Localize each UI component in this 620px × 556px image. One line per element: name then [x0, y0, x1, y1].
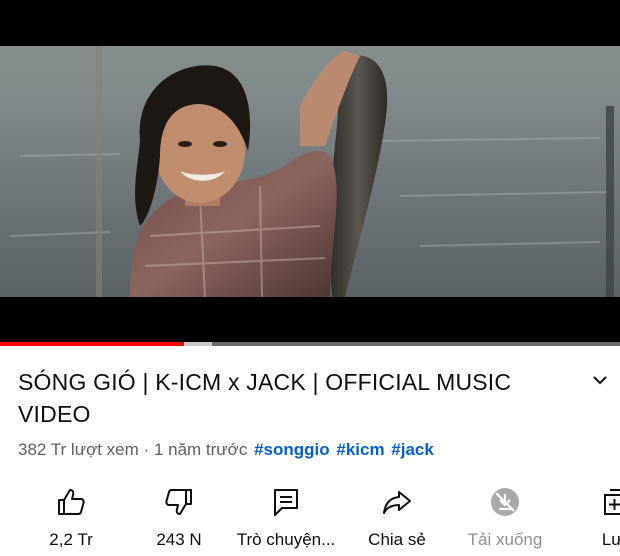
video-title: SÓNG GIÓ | K-ICM x JACK | OFFICIAL MUSIC… [18, 369, 512, 427]
chevron-down-icon [593, 376, 607, 385]
video-metadata: 382 Tr lượt xem · 1 năm trước #songgio #… [18, 439, 434, 461]
played-bar [0, 342, 184, 346]
download-disabled-icon [491, 488, 519, 516]
live-chat-button[interactable]: Trò chuyện... [228, 478, 344, 556]
video-progress-bar[interactable] [0, 342, 620, 346]
save-label: Lưu [601, 530, 620, 549]
share-label: Chia sẻ [368, 530, 426, 549]
share-button[interactable]: Chia sẻ [360, 478, 434, 556]
hashtag-link[interactable]: #jack [391, 440, 434, 459]
video-title-section[interactable]: SÓNG GIÓ | K-ICM x JACK | OFFICIAL MUSIC… [18, 366, 558, 430]
download-label: Tải xuống [467, 530, 543, 549]
upload-age: 1 năm trước [153, 440, 248, 459]
hashtag-link[interactable]: #kicm [336, 440, 384, 459]
chat-label: Trò chuyện... [236, 530, 336, 549]
thumbs-down-icon [165, 489, 192, 515]
video-player[interactable] [0, 0, 620, 346]
chat-icon [274, 489, 298, 516]
video-thumbnail-image [0, 46, 620, 297]
download-button[interactable]: Tải xuống [460, 478, 550, 556]
share-icon [383, 491, 411, 514]
save-to-playlist-icon [604, 489, 620, 515]
save-button[interactable]: Lưu [592, 478, 620, 556]
meta-separator: · [143, 440, 150, 459]
dislike-count: 243 N [156, 530, 202, 549]
view-count: 382 Tr lượt xem [18, 440, 139, 459]
hashtag-link[interactable]: #songgio [254, 440, 330, 459]
like-button[interactable]: 2,2 Tr [38, 478, 104, 556]
expand-description-button[interactable] [586, 366, 614, 394]
like-count: 2,2 Tr [49, 530, 93, 549]
video-frame[interactable] [0, 46, 620, 297]
dislike-button[interactable]: 243 N [146, 478, 212, 556]
action-bar: 2,2 Tr 243 N Trò chuyện... Chia sẻ Tải x… [0, 478, 620, 556]
thumbs-up-icon [58, 489, 85, 515]
buffered-bar [183, 342, 213, 346]
